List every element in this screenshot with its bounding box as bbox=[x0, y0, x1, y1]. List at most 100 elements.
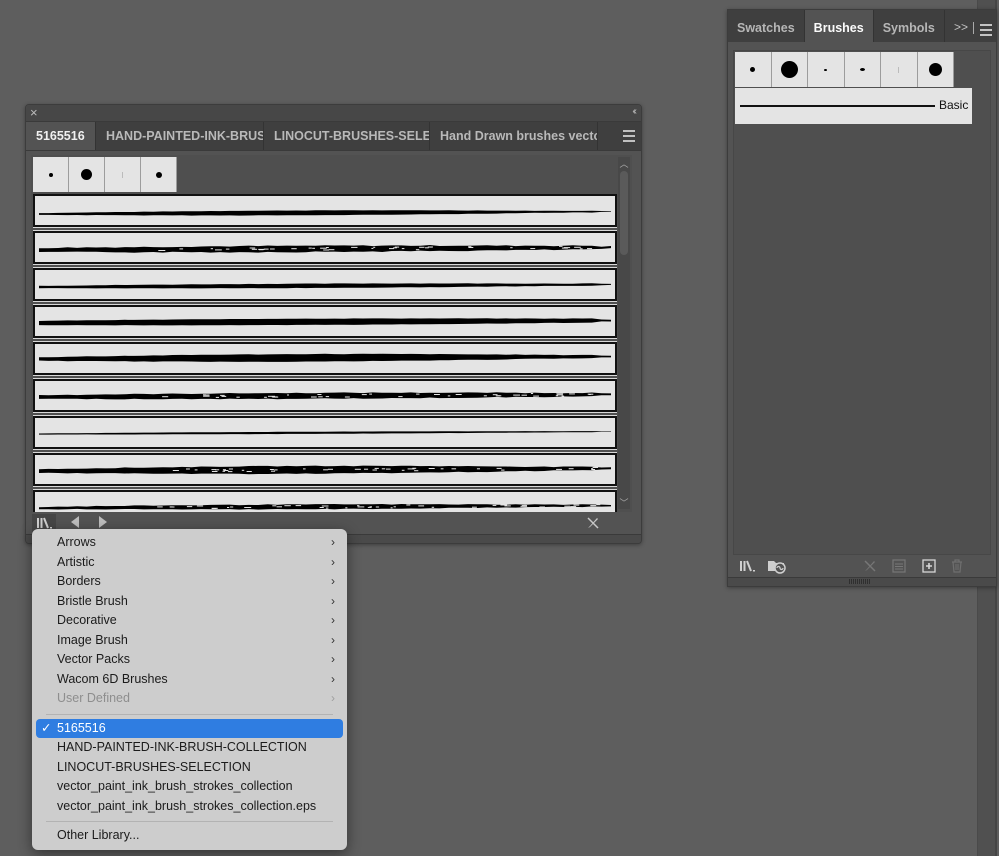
library-tab-bar: 5165516 HAND-PAINTED-INK-BRUSH-COLLECTIO… bbox=[26, 122, 641, 151]
menu-item-label: User Defined bbox=[57, 691, 130, 705]
menu-item-label: 5165516 bbox=[57, 720, 106, 735]
tab-hand-painted-ink-brush[interactable]: HAND-PAINTED-INK-BRUSH-COLLECTION bbox=[96, 122, 264, 150]
stroke-preview bbox=[39, 431, 611, 435]
chevron-down-icon[interactable]: ﹀ bbox=[618, 496, 630, 509]
brush-swatch-small-oval[interactable] bbox=[844, 52, 881, 87]
checkmark-icon: ✓ bbox=[41, 720, 52, 735]
brushes-panel-footer bbox=[728, 555, 996, 577]
menu-item-library[interactable]: vector_paint_ink_brush_strokes_collectio… bbox=[36, 797, 343, 817]
chevron-right-icon: › bbox=[331, 613, 335, 627]
brush-swatch-small-dot[interactable] bbox=[735, 52, 772, 87]
stroke-brush-list bbox=[33, 194, 617, 512]
brush-libraries-icon[interactable] bbox=[739, 558, 759, 574]
brush-swatch-row bbox=[33, 157, 177, 192]
triangle-left-icon[interactable] bbox=[71, 516, 79, 528]
stroke-preview bbox=[39, 283, 611, 289]
brush-swatch-small-dot[interactable] bbox=[33, 157, 69, 192]
menu-item-label: Bristle Brush bbox=[57, 593, 128, 608]
brush-swatch-tiny-dash[interactable] bbox=[808, 52, 845, 87]
menu-separator bbox=[46, 821, 333, 822]
tab-hand-drawn-brushes[interactable]: Hand Drawn brushes vector bbox=[430, 122, 598, 150]
menu-item-library[interactable]: LINOCUT-BRUSHES-SELECTION bbox=[36, 758, 343, 778]
brushes-panel: Swatches Brushes Symbols >> Basic bbox=[727, 9, 997, 587]
tab-swatches[interactable]: Swatches bbox=[728, 10, 805, 42]
menu-item-decorative[interactable]: Decorative › bbox=[36, 611, 343, 631]
brush-swatch-large-dot[interactable] bbox=[69, 157, 105, 192]
menu-item-label: vector_paint_ink_brush_strokes_collectio… bbox=[57, 798, 317, 813]
stroke-brush-ink-stroke-3[interactable] bbox=[33, 267, 617, 302]
brush-library-menu: Arrows › Artistic › Borders › Bristle Brush › De… bbox=[32, 529, 347, 850]
brush-swatch-faint-line[interactable] bbox=[105, 157, 141, 192]
stroke-brush-ink-stroke-9[interactable] bbox=[33, 489, 617, 512]
brush-options-icon[interactable] bbox=[891, 558, 907, 574]
menu-item-label: LINOCUT-BRUSHES-SELECTION bbox=[57, 759, 251, 774]
scrollbar[interactable]: ︿ ﹀ bbox=[618, 157, 630, 509]
stroke-brush-ink-stroke-8[interactable] bbox=[33, 452, 617, 487]
scroll-thumb[interactable] bbox=[620, 171, 628, 255]
stroke-brush-ink-stroke-4[interactable] bbox=[33, 304, 617, 339]
stroke-preview bbox=[39, 465, 611, 475]
delete-brush-icon[interactable] bbox=[949, 558, 965, 574]
menu-item-library[interactable]: vector_paint_ink_brush_strokes_collectio… bbox=[36, 777, 343, 797]
brush-swatch-medium-large-dot[interactable] bbox=[917, 52, 954, 87]
menu-item-arrows[interactable]: Arrows › bbox=[36, 533, 343, 553]
chevron-right-icon: › bbox=[331, 671, 335, 686]
stroke-brush-ink-stroke-6[interactable] bbox=[33, 378, 617, 413]
tab-5165516[interactable]: 5165516 bbox=[26, 122, 96, 150]
hamburger-icon[interactable] bbox=[623, 130, 635, 145]
tab-brushes[interactable]: Brushes bbox=[804, 10, 874, 42]
remove-brush-stroke-icon[interactable] bbox=[585, 515, 601, 531]
stroke-brush-ink-stroke-2[interactable] bbox=[33, 230, 617, 265]
menu-item-label: Decorative bbox=[57, 613, 117, 627]
new-brush-icon[interactable] bbox=[921, 558, 937, 574]
stroke-brush-ink-stroke-7[interactable] bbox=[33, 415, 617, 450]
panel-titlebar[interactable]: × ‹‹ bbox=[26, 105, 641, 122]
chevron-up-icon[interactable]: ︿ bbox=[618, 157, 630, 170]
chevron-right-icon: › bbox=[331, 593, 335, 608]
divider bbox=[973, 22, 974, 34]
tab-symbols[interactable]: Symbols bbox=[874, 10, 945, 42]
chevron-right-icon: › bbox=[331, 535, 335, 549]
close-icon[interactable]: × bbox=[30, 106, 38, 119]
double-chevron-left-icon[interactable]: ‹‹ bbox=[632, 106, 636, 117]
menu-item-label: HAND-PAINTED-INK-BRUSH-COLLECTION bbox=[57, 740, 307, 754]
stroke-brush-ink-stroke-1[interactable] bbox=[33, 194, 617, 228]
stroke-brush-ink-stroke-5[interactable] bbox=[33, 341, 617, 376]
brush-swatch-large-dot[interactable] bbox=[771, 52, 808, 87]
brush-swatch-row bbox=[735, 52, 954, 87]
brushes-panel-tab-bar: Swatches Brushes Symbols >> bbox=[728, 10, 996, 42]
menu-item-user-defined: User Defined › bbox=[36, 689, 343, 709]
menu-item-other-library[interactable]: Other Library... bbox=[36, 826, 343, 846]
stroke-preview bbox=[39, 392, 611, 400]
chevron-right-icon: › bbox=[331, 574, 335, 588]
menu-item-label: Image Brush bbox=[57, 632, 128, 647]
menu-item-vector-packs[interactable]: Vector Packs › bbox=[36, 650, 343, 670]
brush-list-area: ︿ ﹀ bbox=[31, 155, 632, 512]
menu-item-borders[interactable]: Borders › bbox=[36, 572, 343, 592]
hamburger-icon[interactable] bbox=[980, 24, 992, 39]
chevron-right-icon: › bbox=[331, 652, 335, 666]
cc-libraries-icon[interactable] bbox=[767, 558, 789, 574]
more-tabs-icon[interactable]: >> bbox=[954, 20, 968, 34]
menu-item-bristle-brush[interactable]: Bristle Brush › bbox=[36, 592, 343, 612]
triangle-right-icon[interactable] bbox=[99, 516, 107, 528]
stroke-preview bbox=[39, 353, 611, 362]
tab-linocut-brushes[interactable]: LINOCUT-BRUSHES-SELECTION bbox=[264, 122, 430, 150]
brush-swatch-faint-line[interactable] bbox=[881, 52, 918, 87]
menu-item-label: Artistic bbox=[57, 554, 95, 569]
stroke-preview bbox=[39, 504, 611, 510]
stroke-preview bbox=[39, 210, 611, 216]
brush-swatch-medium-dot[interactable] bbox=[141, 157, 177, 192]
menu-item-label: Vector Packs bbox=[57, 652, 130, 666]
menu-item-label: Borders bbox=[57, 574, 101, 588]
menu-item-library[interactable]: ✓ 5165516 bbox=[36, 718, 343, 738]
chevron-right-icon: › bbox=[331, 691, 335, 705]
brush-basic[interactable]: Basic bbox=[735, 88, 972, 124]
menu-separator bbox=[46, 713, 333, 715]
menu-item-image-brush[interactable]: Image Brush › bbox=[36, 631, 343, 651]
menu-item-library[interactable]: HAND-PAINTED-INK-BRUSH-COLLECTION bbox=[36, 738, 343, 758]
menu-item-wacom-6d-brushes[interactable]: Wacom 6D Brushes › bbox=[36, 670, 343, 690]
menu-item-artistic[interactable]: Artistic › bbox=[36, 553, 343, 573]
remove-brush-stroke-icon[interactable] bbox=[862, 558, 878, 574]
panel-resize-grip[interactable] bbox=[728, 577, 996, 586]
